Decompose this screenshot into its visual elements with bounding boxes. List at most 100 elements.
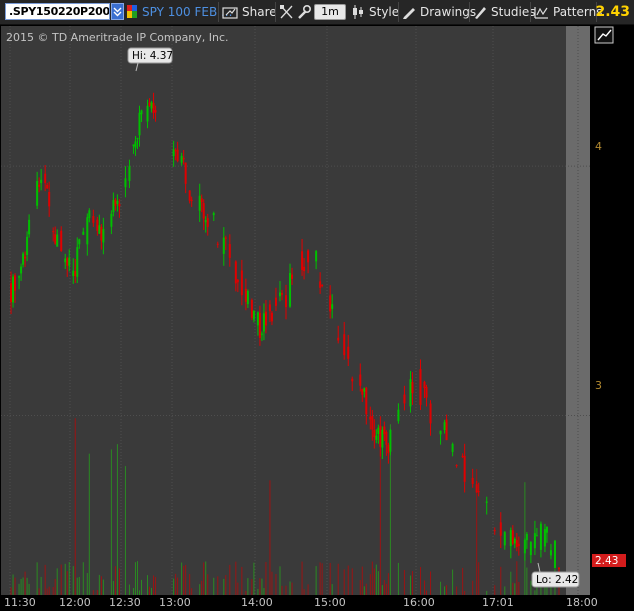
candle-body	[24, 256, 27, 259]
volume-bar	[403, 570, 405, 595]
candle-body	[118, 203, 121, 207]
candle-body	[439, 430, 442, 435]
volume-bar	[361, 566, 363, 595]
volume-bar	[205, 561, 207, 595]
x-tick-label: 15:00	[314, 596, 346, 609]
symbol-dropdown-button[interactable]	[111, 3, 124, 20]
volume-bar	[359, 580, 361, 595]
candle-body	[375, 435, 378, 440]
candle-body	[18, 276, 21, 278]
price-chart[interactable]: 2015 © TD Ameritrade IP Company, Inc. Hi…	[0, 25, 634, 611]
volume-bar	[191, 588, 193, 595]
candle-body	[250, 299, 253, 318]
volume-bar	[128, 584, 130, 595]
candle-body	[419, 369, 422, 405]
candle-body	[188, 190, 191, 201]
volume-bar	[373, 568, 375, 595]
candle-body	[475, 484, 478, 493]
studies-button[interactable]: Studies	[473, 0, 536, 24]
candle-body	[76, 247, 79, 277]
crosshair-icon[interactable]	[279, 4, 294, 20]
volume-bar	[138, 590, 140, 595]
volume-bar	[235, 561, 237, 595]
x-tick-label: 14:00	[241, 596, 273, 609]
candle-body	[557, 567, 560, 570]
candle-body	[48, 191, 51, 207]
volume-bar	[512, 582, 514, 595]
candle-body	[445, 419, 448, 441]
candle-body	[343, 334, 346, 356]
candle-body	[270, 312, 273, 322]
symbol-link-icon[interactable]	[127, 5, 137, 18]
volume-bar	[72, 566, 74, 595]
candle-body	[513, 538, 516, 544]
volume-bar	[112, 580, 114, 595]
volume-bar	[213, 577, 215, 595]
volume-bar	[329, 562, 331, 595]
style-label: Style	[369, 5, 400, 19]
candle-body	[511, 530, 514, 544]
toolbar-separator	[275, 2, 276, 22]
candle-body	[234, 261, 237, 284]
volume-bar	[102, 579, 104, 595]
aggregation-button[interactable]: 1m	[314, 4, 346, 20]
volume-bar	[201, 580, 203, 595]
style-button[interactable]: Style	[351, 0, 399, 24]
volume-bar	[217, 576, 219, 595]
candle-body	[40, 179, 43, 184]
candle-body	[244, 288, 247, 302]
volume-bar	[153, 575, 155, 595]
volume-bar	[151, 587, 153, 595]
volume-bar	[12, 574, 14, 595]
volume-bar	[237, 582, 239, 595]
toolbar-separator	[218, 2, 219, 22]
candle-body	[98, 225, 101, 234]
candle-body	[359, 374, 362, 386]
candle-body	[285, 295, 288, 308]
y-tick-label: 3	[595, 379, 602, 392]
pattern-icon	[534, 7, 548, 19]
candle-body	[74, 271, 77, 276]
candle-body	[140, 110, 143, 115]
volume-bar	[110, 449, 112, 595]
wrench-icon[interactable]	[297, 4, 311, 20]
volume-bar	[456, 586, 458, 595]
volume-bar	[24, 571, 26, 595]
candle-body	[96, 219, 99, 231]
maximize-button[interactable]	[594, 26, 614, 44]
volume-bar	[18, 583, 20, 595]
candle-body	[274, 297, 277, 306]
candle-body	[463, 455, 466, 482]
candle-body	[549, 550, 552, 556]
toolbar-separator	[469, 2, 470, 22]
volume-bar	[36, 562, 38, 595]
volume-bar	[189, 574, 191, 595]
candle-body	[319, 281, 322, 288]
volume-bar	[76, 577, 78, 595]
candle-body	[329, 295, 332, 312]
candle-body	[38, 184, 41, 187]
symbol-input[interactable]: .SPY150220P200	[5, 3, 110, 20]
volume-bar	[387, 573, 389, 595]
candle-body	[387, 444, 390, 454]
volume-bar	[464, 590, 466, 595]
candle-body	[44, 173, 47, 183]
candle-body	[124, 178, 127, 188]
candle-body	[515, 540, 518, 548]
x-tick-label: 18:00	[566, 596, 598, 609]
volume-bar	[68, 561, 70, 595]
candle-body	[116, 200, 119, 204]
volume-bar	[185, 564, 187, 595]
candle-body	[78, 239, 81, 245]
share-button[interactable]: Share	[222, 0, 277, 24]
patterns-button[interactable]: Patterns	[534, 0, 602, 24]
volume-bar	[462, 567, 464, 595]
candle-body	[337, 337, 340, 341]
drawings-button[interactable]: Drawings	[402, 0, 476, 24]
volume-bar	[486, 590, 488, 595]
candle-body	[455, 464, 458, 466]
volume-bar	[419, 567, 421, 595]
volume-bar	[64, 563, 66, 595]
chart-toolbar: .SPY150220P200 SPY 100 FEB ... Share 1m	[0, 0, 634, 25]
volume-bar	[281, 585, 283, 595]
